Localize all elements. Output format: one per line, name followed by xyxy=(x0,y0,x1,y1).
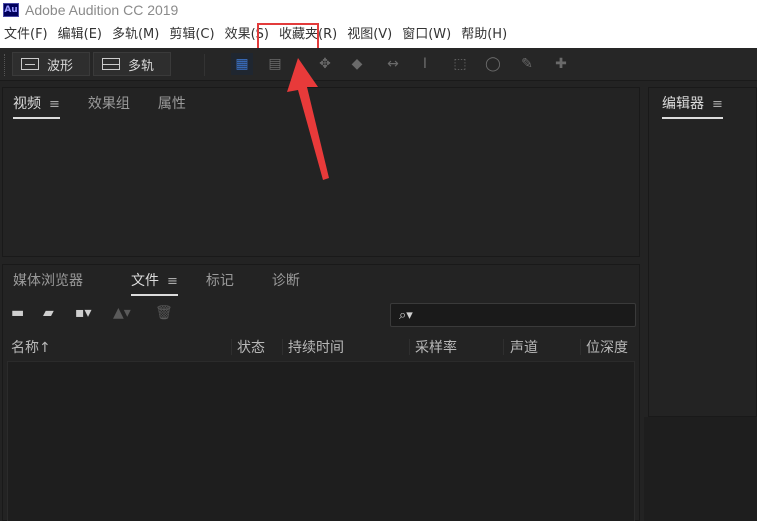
spectral-pitch-icon[interactable]: ▤ xyxy=(264,53,286,75)
files-panel: 媒体浏览器 文件 ≡ 标记 诊断 ▬ ▰ ▪▾ ▲▾ 🗑 ⌕▾ 名称↑ 状态 持续… xyxy=(2,264,640,521)
time-selection-tool-icon[interactable]: I xyxy=(414,53,436,75)
multitrack-icon xyxy=(102,58,120,70)
razor-tool-icon[interactable]: ◆ xyxy=(346,53,368,75)
main-toolbar: 波形 多轨 ▦ ▤ ✥ ◆ ↔ I ⬚ ◯ ✎ ✚ xyxy=(0,48,757,81)
column-divider[interactable] xyxy=(503,339,504,355)
open-folder-icon[interactable]: ▬ xyxy=(11,305,24,321)
column-status[interactable]: 状态 xyxy=(237,337,265,357)
menu-window[interactable]: 窗口(W) xyxy=(398,22,457,48)
column-divider[interactable] xyxy=(282,339,283,355)
panel-menu-icon[interactable]: ≡ xyxy=(49,97,60,112)
column-divider[interactable] xyxy=(409,339,410,355)
tab-editor-label: 编辑器 xyxy=(662,96,704,112)
tab-video[interactable]: 视频 ≡ xyxy=(13,89,60,119)
menu-effects[interactable]: 效果(S) xyxy=(221,22,275,48)
brush-tool-icon[interactable]: ✎ xyxy=(516,53,538,75)
top-panel-tabs: 视频 ≡ 效果组 属性 xyxy=(3,88,639,119)
editor-panel: 编辑器 ≡ xyxy=(648,87,757,417)
title-bar: Au Adobe Audition CC 2019 xyxy=(0,0,757,20)
column-sample-rate[interactable]: 采样率 xyxy=(415,337,457,357)
tab-video-label: 视频 xyxy=(13,96,41,112)
insert-into-multitrack-icon[interactable]: ▲▾ xyxy=(113,305,131,321)
menu-clip[interactable]: 剪辑(C) xyxy=(165,22,220,48)
menu-favorites[interactable]: 收藏夹(R) xyxy=(275,22,343,48)
move-tool-icon[interactable]: ✥ xyxy=(314,53,336,75)
menu-multitrack[interactable]: 多轨(M) xyxy=(108,22,165,48)
import-file-icon[interactable]: ▰ xyxy=(43,305,54,321)
waveform-icon xyxy=(21,58,39,70)
spot-healing-tool-icon[interactable]: ✚ xyxy=(550,53,572,75)
app-workspace: 波形 多轨 ▦ ▤ ✥ ◆ ↔ I ⬚ ◯ ✎ ✚ 视频 ≡ 效果组 属性 编辑器… xyxy=(0,48,757,521)
lasso-tool-icon[interactable]: ◯ xyxy=(482,53,504,75)
panel-menu-icon[interactable]: ≡ xyxy=(712,97,723,112)
window-title: Adobe Audition CC 2019 xyxy=(25,2,179,18)
column-channels[interactable]: 声道 xyxy=(510,337,538,357)
files-panel-tabs: 媒体浏览器 文件 ≡ 标记 诊断 xyxy=(3,265,639,296)
marquee-tool-icon[interactable]: ⬚ xyxy=(449,53,471,75)
toolbar-separator xyxy=(204,54,205,76)
files-search-input[interactable]: ⌕▾ xyxy=(390,303,636,327)
trash-icon[interactable]: 🗑 xyxy=(155,305,173,321)
top-panel: 视频 ≡ 效果组 属性 xyxy=(2,87,640,257)
spectral-frequency-icon[interactable]: ▦ xyxy=(231,53,253,75)
menu-help[interactable]: 帮助(H) xyxy=(457,22,513,48)
files-column-headers: 名称↑ 状态 持续时间 采样率 声道 位深度 xyxy=(3,335,639,359)
sort-ascending-icon: ↑ xyxy=(39,340,51,356)
tab-files[interactable]: 文件 ≡ xyxy=(131,266,178,296)
panel-menu-icon[interactable]: ≡ xyxy=(167,274,178,289)
tab-effects-rack[interactable]: 效果组 xyxy=(88,89,130,117)
app-logo-icon: Au xyxy=(3,3,19,17)
toolbar-grip[interactable] xyxy=(4,54,7,76)
tab-editor[interactable]: 编辑器 ≡ xyxy=(662,89,723,119)
column-bit-depth[interactable]: 位深度 xyxy=(586,337,628,357)
tab-markers[interactable]: 标记 xyxy=(206,266,234,294)
menu-edit[interactable]: 编辑(E) xyxy=(54,22,108,48)
menu-bar: 文件(F) 编辑(E) 多轨(M) 剪辑(C) 效果(S) 收藏夹(R) 视图(… xyxy=(0,22,757,48)
search-icon: ⌕▾ xyxy=(399,307,413,323)
menu-file[interactable]: 文件(F) xyxy=(0,22,54,48)
menu-view[interactable]: 视图(V) xyxy=(343,22,398,48)
tab-diagnostics[interactable]: 诊断 xyxy=(272,266,300,294)
column-name-label: 名称 xyxy=(11,340,39,356)
column-divider[interactable] xyxy=(580,339,581,355)
multitrack-mode-button[interactable]: 多轨 xyxy=(93,52,171,76)
tab-media-browser[interactable]: 媒体浏览器 xyxy=(13,266,83,294)
slip-tool-icon[interactable]: ↔ xyxy=(382,53,404,75)
tab-files-label: 文件 xyxy=(131,273,159,289)
waveform-mode-button[interactable]: 波形 xyxy=(12,52,90,76)
empty-dock-area xyxy=(644,417,757,521)
new-file-icon[interactable]: ▪▾ xyxy=(75,305,92,321)
multitrack-label: 多轨 xyxy=(128,58,155,74)
column-duration[interactable]: 持续时间 xyxy=(288,337,344,357)
editor-panel-tabs: 编辑器 ≡ xyxy=(649,88,756,119)
waveform-label: 波形 xyxy=(47,58,74,74)
files-list[interactable] xyxy=(7,361,635,521)
column-name[interactable]: 名称↑ xyxy=(11,337,51,357)
column-divider[interactable] xyxy=(231,339,232,355)
tab-properties[interactable]: 属性 xyxy=(158,89,186,117)
